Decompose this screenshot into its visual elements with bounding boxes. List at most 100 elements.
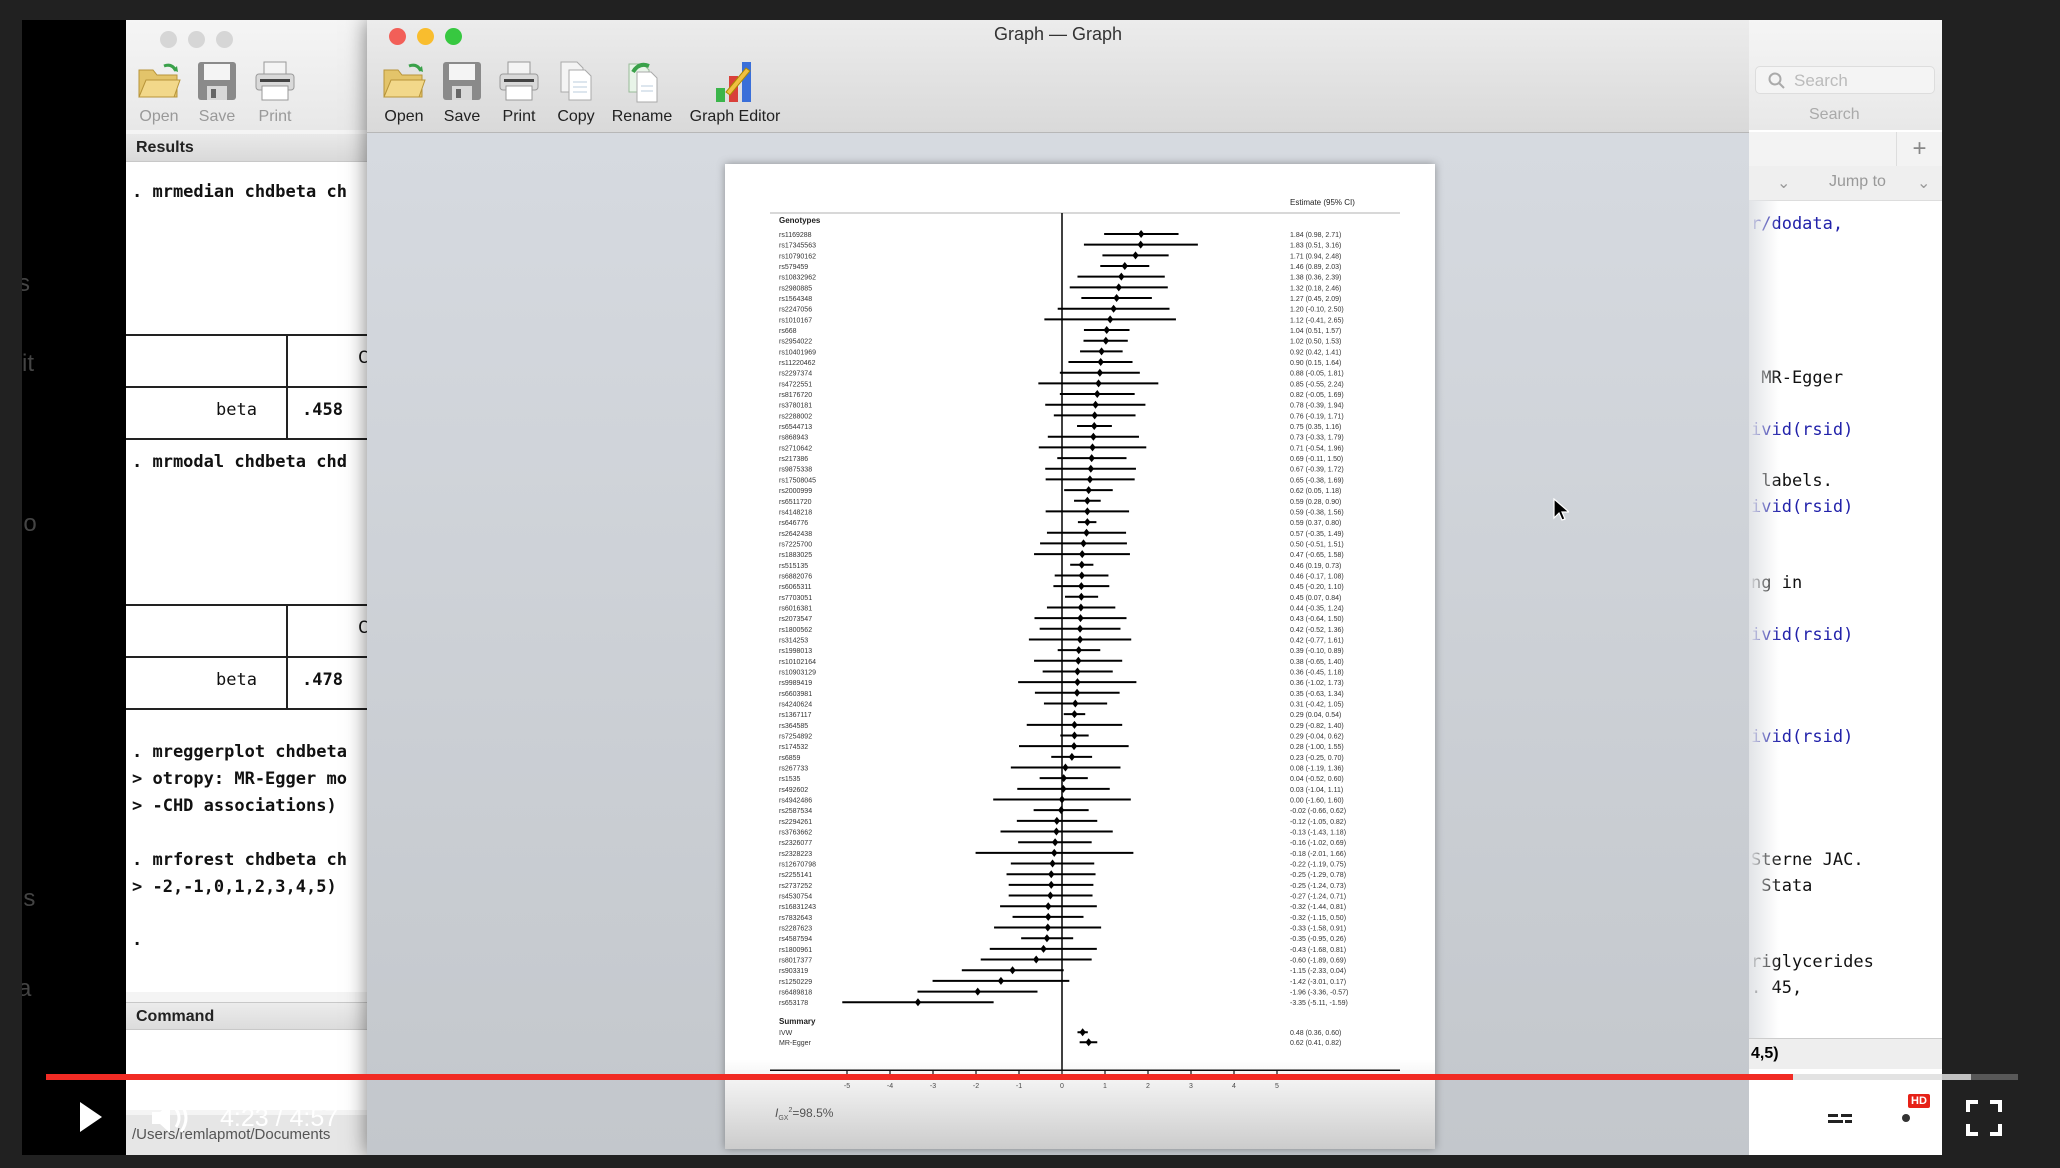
estimate-marker bbox=[1048, 870, 1054, 878]
graph-copy-button[interactable]: Copy bbox=[549, 58, 603, 126]
estimate-marker bbox=[1094, 390, 1100, 398]
add-tab-button[interactable]: + bbox=[1896, 132, 1942, 166]
table-rule bbox=[126, 438, 386, 440]
estimate-ci-label: 0.88 (-0.05, 1.81) bbox=[1290, 371, 1344, 378]
editor-nav-bar: ⌄ Jump to ⌄ bbox=[1749, 166, 1942, 201]
table-rule bbox=[126, 604, 386, 606]
settings-button[interactable]: HD bbox=[1888, 1100, 1924, 1141]
estimate-marker bbox=[1088, 454, 1094, 462]
estimate-marker bbox=[1078, 603, 1084, 611]
rename-icon bbox=[618, 58, 666, 104]
toolbar-label: Save bbox=[444, 108, 480, 125]
snp-label: rs1535 bbox=[779, 776, 801, 783]
subtitles-button[interactable] bbox=[1822, 1104, 1858, 1135]
snp-label: rs668 bbox=[779, 328, 797, 335]
estimate-ci-label: 1.83 (0.51, 3.16) bbox=[1290, 243, 1341, 250]
x-tick-label: 2 bbox=[1146, 1083, 1150, 1090]
snp-label: rs1800961 bbox=[779, 947, 812, 954]
search-placeholder: Search bbox=[1794, 71, 1848, 90]
estimate-ci-label: -0.13 (-1.43, 1.18) bbox=[1290, 830, 1346, 837]
estimate-ci-label: 0.46 (0.19, 0.73) bbox=[1290, 563, 1341, 570]
snp-label: rs1367117 bbox=[779, 712, 812, 719]
volume-icon bbox=[150, 1100, 194, 1136]
estimate-marker bbox=[1116, 283, 1122, 291]
snp-label: rs3780181 bbox=[779, 403, 812, 410]
estimate-ci-label: -1.96 (-3.36, -0.57) bbox=[1290, 990, 1348, 997]
estimate-ci-label: 0.00 (-1.60, 1.60) bbox=[1290, 798, 1344, 805]
command-input[interactable] bbox=[126, 1030, 386, 1110]
snp-label: rs2073547 bbox=[779, 616, 812, 623]
estimate-ci-label: 0.47 (-0.65, 1.58) bbox=[1290, 552, 1344, 559]
estimate-ci-label: 0.38 (-0.65, 1.40) bbox=[1290, 659, 1344, 666]
estimate-ci-label: 1.12 (-0.41, 2.65) bbox=[1290, 317, 1344, 324]
snp-label: rs12670798 bbox=[779, 862, 816, 869]
estimate-ci-label: 0.29 (-0.04, 0.62) bbox=[1290, 733, 1344, 740]
estimate-ci-label: -0.25 (-1.29, 0.78) bbox=[1290, 872, 1346, 879]
open-button[interactable]: Open bbox=[132, 58, 186, 126]
results-line: . mreggerplot chdbeta bbox=[132, 742, 347, 762]
chevron-down-icon[interactable]: ⌄ bbox=[1777, 173, 1790, 193]
estimate-ci-label: -0.32 (-1.44, 0.81) bbox=[1290, 904, 1346, 911]
table-rule bbox=[126, 334, 386, 336]
chevron-down-icon[interactable]: ⌄ bbox=[1917, 173, 1930, 193]
snp-label: rs364585 bbox=[779, 723, 808, 730]
estimate-marker bbox=[1053, 828, 1059, 836]
graph-editor-button[interactable]: Graph Editor bbox=[685, 58, 785, 126]
play-button[interactable] bbox=[78, 1100, 104, 1139]
minimize-button[interactable] bbox=[188, 31, 205, 48]
bg-fragment: us bbox=[22, 885, 35, 913]
toolbar-label: Copy bbox=[557, 108, 594, 125]
video-played-bar[interactable] bbox=[46, 1074, 1793, 1080]
summary-estimate-label: 0.48 (0.36, 0.60) bbox=[1290, 1030, 1341, 1037]
print-button[interactable]: Print bbox=[248, 58, 302, 126]
snp-label: rs2980885 bbox=[779, 285, 812, 292]
snp-label: rs492602 bbox=[779, 787, 808, 794]
graph-save-button[interactable]: Save bbox=[435, 58, 489, 126]
estimate-marker bbox=[1087, 475, 1093, 483]
estimate-ci-label: 0.78 (-0.39, 1.94) bbox=[1290, 403, 1344, 410]
save-button[interactable]: Save bbox=[190, 58, 244, 126]
snp-label: rs515135 bbox=[779, 563, 808, 570]
summary-estimate-marker bbox=[1085, 1038, 1091, 1046]
estimate-marker bbox=[1069, 753, 1075, 761]
x-tick-label: 4 bbox=[1232, 1083, 1236, 1090]
search-input[interactable]: Search bbox=[1755, 66, 1935, 94]
estimate-marker bbox=[1097, 369, 1103, 377]
close-button[interactable] bbox=[160, 31, 177, 48]
estimate-ci-label: 0.36 (-1.02, 1.73) bbox=[1290, 680, 1344, 687]
estimate-marker bbox=[1074, 678, 1080, 686]
estimate-ci-label: -0.32 (-1.15, 0.50) bbox=[1290, 915, 1346, 922]
snp-label: rs1250229 bbox=[779, 979, 812, 986]
estimate-ci-label: 0.67 (-0.39, 1.72) bbox=[1290, 467, 1344, 474]
play-icon bbox=[78, 1100, 104, 1134]
estimate-marker bbox=[1048, 881, 1054, 889]
graph-open-button[interactable]: Open bbox=[377, 58, 431, 126]
summary-method-label: IVW bbox=[779, 1030, 793, 1037]
estimate-marker bbox=[1122, 262, 1128, 270]
x-tick-label: -2 bbox=[973, 1083, 979, 1090]
estimate-ci-label: 0.50 (-0.51, 1.51) bbox=[1290, 541, 1344, 548]
estimate-ci-label: 1.38 (0.36, 2.39) bbox=[1290, 275, 1341, 282]
results-pane[interactable]: . mrmedian chdbeta ch C beta .458 . mrmo… bbox=[126, 162, 386, 992]
fullscreen-button[interactable] bbox=[1966, 1100, 2002, 1141]
video-frame[interactable]: rs vit ho us ra s Open Save bbox=[22, 20, 1942, 1155]
estimate-marker bbox=[1077, 614, 1083, 622]
estimate-marker bbox=[1058, 806, 1064, 814]
snp-label: rs6065311 bbox=[779, 584, 812, 591]
graph-print-button[interactable]: Print bbox=[492, 58, 546, 126]
estimate-marker bbox=[1084, 518, 1090, 526]
estimate-ci-label: 0.46 (-0.17, 1.08) bbox=[1290, 573, 1344, 580]
estimate-ci-label: -0.22 (-1.19, 0.75) bbox=[1290, 862, 1346, 869]
zoom-button[interactable] bbox=[216, 31, 233, 48]
volume-button[interactable] bbox=[150, 1100, 194, 1141]
snp-label: rs17508045 bbox=[779, 477, 816, 484]
estimate-ci-label: 1.46 (0.89, 2.03) bbox=[1290, 264, 1341, 271]
estimate-ci-label: -0.60 (-1.89, 0.69) bbox=[1290, 958, 1346, 965]
snp-label: rs3763662 bbox=[779, 830, 812, 837]
graph-rename-button[interactable]: Rename bbox=[609, 58, 675, 126]
jump-to-dropdown[interactable]: Jump to bbox=[1829, 173, 1886, 191]
table-row-label: beta bbox=[216, 670, 257, 690]
window-title: Graph — Graph bbox=[367, 24, 1749, 45]
estimate-marker bbox=[1076, 646, 1082, 654]
estimate-marker bbox=[1071, 731, 1077, 739]
